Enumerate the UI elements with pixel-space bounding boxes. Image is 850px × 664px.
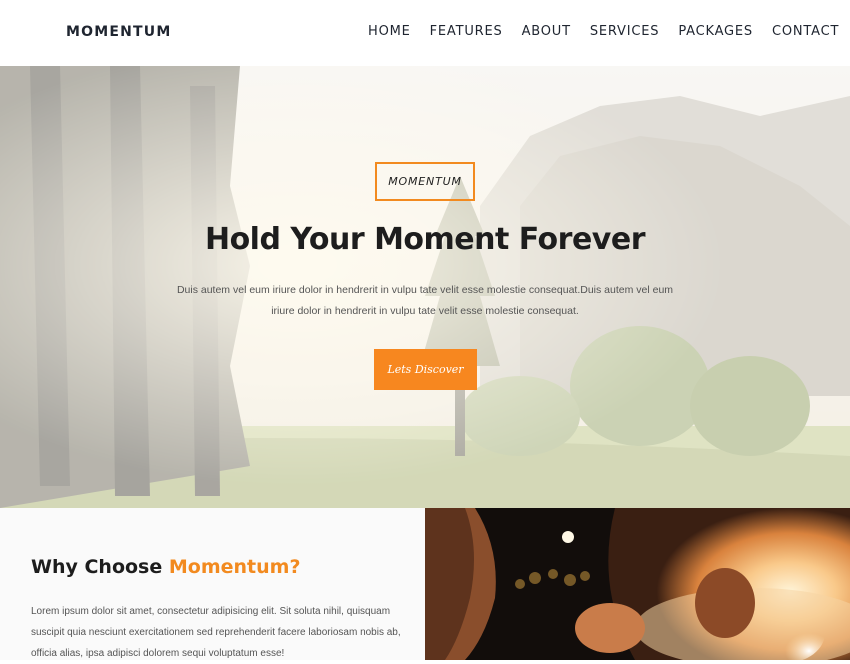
nav-services[interactable]: SERVICES bbox=[590, 24, 659, 39]
nav-home[interactable]: HOME bbox=[368, 24, 411, 39]
hero-description: Duis autem vel eum iriure dolor in hendr… bbox=[176, 284, 674, 317]
site-header: MOMENTUM HOME FEATURES ABOUT SERVICES PA… bbox=[0, 0, 850, 66]
hero-title: Hold Your Moment Forever bbox=[204, 222, 646, 257]
lets-discover-button[interactable]: Lets Discover bbox=[374, 349, 477, 390]
nav-features[interactable]: FEATURES bbox=[430, 24, 503, 39]
nav-contact[interactable]: CONTACT bbox=[772, 24, 839, 39]
nav-about[interactable]: ABOUT bbox=[522, 24, 571, 39]
why-choose-title: Why Choose Momentum? bbox=[31, 556, 300, 578]
nav-packages[interactable]: PACKAGES bbox=[678, 24, 753, 39]
why-title-accent: Momentum? bbox=[168, 556, 301, 578]
why-choose-section: Why Choose Momentum? Lorem ipsum dolor s… bbox=[0, 508, 425, 660]
main-nav: HOME FEATURES ABOUT SERVICES PACKAGES CO… bbox=[368, 24, 850, 39]
why-title-prefix: Why Choose bbox=[31, 556, 169, 578]
hero-section: MOMENTUM Hold Your Moment Forever Duis a… bbox=[0, 66, 850, 508]
site-logo[interactable]: MOMENTUM bbox=[66, 24, 172, 40]
lantern-image bbox=[425, 508, 850, 660]
hero-badge: MOMENTUM bbox=[375, 162, 475, 201]
why-choose-text: Lorem ipsum dolor sit amet, consectetur … bbox=[31, 606, 401, 659]
lantern-photo bbox=[425, 508, 850, 660]
